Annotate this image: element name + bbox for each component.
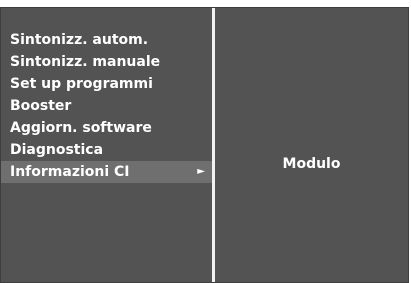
menu-item-manual-tuning[interactable]: Sintonizz. manuale [1,51,212,73]
setup-menu-panel: Sintonizz. autom. Sintonizz. manuale Set… [0,7,409,283]
submenu-item-label: Modulo [282,156,341,172]
menu-item-auto-tuning[interactable]: Sintonizz. autom. [1,29,212,51]
menu-item-diagnostics[interactable]: Diagnostica [1,139,212,161]
menu-item-label: Aggiorn. software [10,120,152,136]
menu-item-label: Informazioni CI [10,164,130,180]
menu-item-software-update[interactable]: Aggiorn. software [1,117,212,139]
submenu-pane: Modulo [215,8,408,282]
menu-item-label: Booster [10,98,72,114]
menu-item-label: Sintonizz. autom. [10,32,149,48]
main-menu-pane: Sintonizz. autom. Sintonizz. manuale Set… [1,8,212,282]
menu-item-booster[interactable]: Booster [1,95,212,117]
menu-item-label: Diagnostica [10,142,104,158]
menu-item-ci-information[interactable]: Informazioni CI ► [1,161,212,183]
main-menu-list: Sintonizz. autom. Sintonizz. manuale Set… [1,29,212,183]
menu-item-label: Sintonizz. manuale [10,54,161,70]
submenu-arrow-icon: ► [197,166,205,177]
submenu-item-module[interactable]: Modulo [215,156,408,172]
menu-item-programme-setup[interactable]: Set up programmi [1,73,212,95]
menu-item-label: Set up programmi [10,76,153,92]
